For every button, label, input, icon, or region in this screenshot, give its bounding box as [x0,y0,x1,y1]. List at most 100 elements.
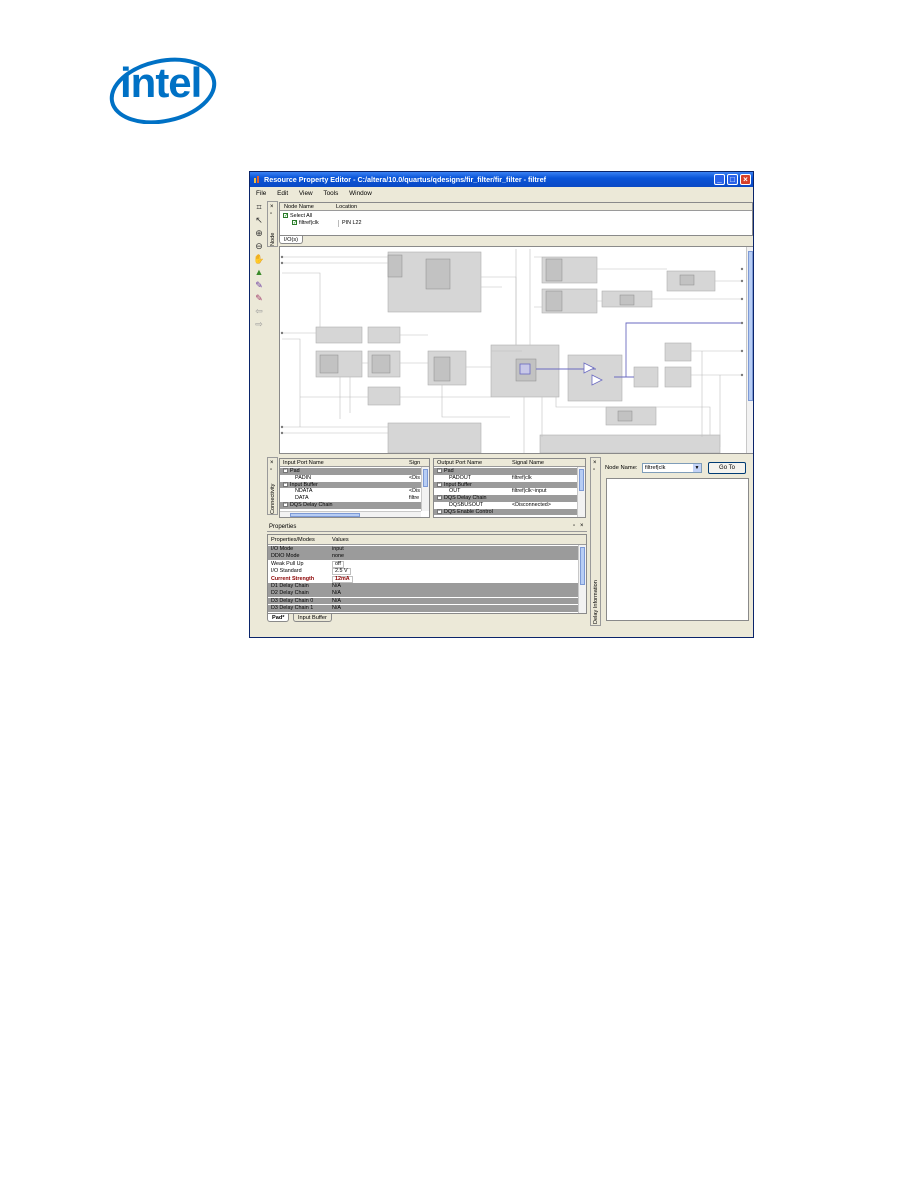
menu-window[interactable]: Window [349,188,372,199]
edit-node-2-icon[interactable]: ✎ [253,292,265,304]
output-row[interactable]: − Pad [434,468,577,475]
float-connectivity-icon[interactable]: ▫ [270,467,272,473]
property-row[interactable]: D3 Delay Chain 1 N/A [268,605,578,612]
col-node-name[interactable]: Node Name [284,203,314,211]
input-row[interactable]: PADIN <Dis [280,475,421,482]
input-port-hscroll[interactable] [280,511,421,517]
output-port-panel: Output Port Name Signal Name − Pad PADOUT f… [433,458,586,518]
collapse-icon[interactable]: − [283,502,288,508]
collapse-icon[interactable]: − [283,468,288,474]
logo-text: intel [120,59,202,106]
property-row[interactable]: D1 Delay Chain N/A [268,583,578,590]
node-row[interactable]: ✓ filtref|clk PIN L22 [292,220,492,227]
title-bar[interactable]: Resource Property Editor - C:/altera/10.… [250,172,753,187]
node-checkbox[interactable]: ✓ [292,220,297,226]
menu-tools[interactable]: Tools [323,188,338,199]
collapse-icon[interactable]: − [283,481,288,487]
output-row[interactable]: OUT filtref|clk~input [434,488,577,495]
hand-pan-icon[interactable]: ✋ [253,253,265,265]
input-row[interactable]: DATA filtre [280,495,421,502]
properties-title-bar: Properties ▫ × [267,522,587,532]
col-properties-modes[interactable]: Properties/Modes [271,535,315,545]
output-port-vscroll[interactable] [577,467,585,517]
close-icon[interactable]: × [740,174,751,185]
property-value: N/A [332,605,341,612]
col-signal-name[interactable]: Signal Name [512,459,544,467]
output-signal-value: <Disconnected> [512,502,551,508]
input-row[interactable]: NDATA <Dis [280,488,421,495]
property-row[interactable]: D3 Delay Chain 0 N/A [268,597,578,605]
window-title: Resource Property Editor - C:/altera/10.… [264,175,546,184]
input-port-header: Input Port Name Sign [280,459,429,467]
collapse-icon[interactable]: − [437,481,442,487]
forward-icon[interactable]: ⇨ [253,318,265,330]
select-all-checkbox[interactable]: ✓ [283,213,288,219]
output-row[interactable]: − Input Buffer [434,481,577,489]
maximize-icon[interactable]: □ [727,174,738,185]
property-row[interactable]: I/O Mode input [268,546,578,553]
select-all-row[interactable]: ✓ Select All [283,213,312,220]
properties-vscroll-thumb[interactable] [580,547,585,585]
menu-edit[interactable]: Edit [277,188,288,199]
input-row[interactable]: − Pad [280,468,421,475]
node-name-combo[interactable]: filtref|clk ▼ [642,463,702,473]
schematic-canvas[interactable] [279,246,753,454]
find-icon[interactable]: ▲ [253,266,265,278]
edit-node-icon[interactable]: ✎ [253,279,265,291]
col-values[interactable]: Values [332,535,349,545]
pointer-icon[interactable]: ↖ [253,214,265,226]
col-input-port-name[interactable]: Input Port Name [283,459,324,467]
output-port-vscroll-thumb[interactable] [579,469,584,491]
close-delay-icon[interactable]: × [593,460,597,466]
property-name: I/O Mode [271,546,294,552]
col-input-signal[interactable]: Sign [409,459,420,467]
output-row[interactable]: − DQS Delay Chain [434,495,577,502]
col-location[interactable]: Location [336,203,357,211]
col-output-port-name[interactable]: Output Port Name [437,459,482,467]
float-node-panel-icon[interactable]: ▫ [270,211,272,217]
schematic-diagram[interactable] [280,247,745,453]
float-delay-icon[interactable]: ▫ [593,467,595,473]
output-row[interactable]: DQSBUSOUT <Disconnected> [434,502,577,509]
delay-side-tab: × ▫ Delay Information [590,457,601,626]
input-port-label: Input Buffer [290,481,318,488]
output-row[interactable]: PADOUT filtref|clk [434,475,577,482]
canvas-vscroll[interactable] [746,247,753,453]
property-row[interactable]: Current Strength 12mA [268,575,578,583]
property-row[interactable]: I/O Standard 2.5 V [268,568,578,576]
tab-ios[interactable]: I/O(s) [279,236,303,244]
collapse-icon[interactable]: − [437,495,442,501]
property-row[interactable]: Weak Pull Up off [268,560,578,568]
menu-file[interactable]: File [256,188,266,199]
input-port-vscroll-thumb[interactable] [423,469,428,487]
input-port-name: NDATA [295,488,312,495]
minimize-icon[interactable]: _ [714,174,725,185]
back-icon[interactable]: ⇦ [253,305,265,317]
chevron-down-icon[interactable]: ▼ [693,464,701,472]
input-row[interactable]: − DQS Delay Chain [280,502,421,509]
properties-vscroll[interactable] [578,545,586,613]
input-row[interactable]: − Input Buffer [280,481,421,489]
collapse-icon[interactable]: − [437,468,442,474]
zoom-in-icon[interactable]: ⊕ [253,227,265,239]
tab-input-buffer[interactable]: Input Buffer [293,614,332,622]
property-name: D3 Delay Chain 1 [271,605,314,612]
output-row[interactable]: − DQS Enable Control [434,508,577,516]
property-row[interactable]: DDIO Mode none [268,553,578,560]
float-properties-icon[interactable]: ▫ [573,523,575,529]
input-port-hscroll-thumb[interactable] [290,513,360,517]
collapse-icon[interactable]: − [437,508,442,514]
tab-pad[interactable]: Pad* [267,614,290,622]
canvas-vscroll-thumb[interactable] [748,251,753,401]
property-row[interactable]: D2 Delay Chain N/A [268,590,578,597]
zoom-out-icon[interactable]: ⊖ [253,240,265,252]
menu-view[interactable]: View [299,188,313,199]
close-node-panel-icon[interactable]: × [270,204,274,210]
close-properties-icon[interactable]: × [580,523,584,529]
property-name: I/O Standard [271,568,302,575]
go-to-button[interactable]: Go To [708,462,746,474]
input-port-vscroll[interactable] [421,467,429,511]
property-name: D3 Delay Chain 0 [271,597,314,604]
close-connectivity-icon[interactable]: × [270,460,274,466]
select-region-icon[interactable]: ⌗ [253,201,265,213]
